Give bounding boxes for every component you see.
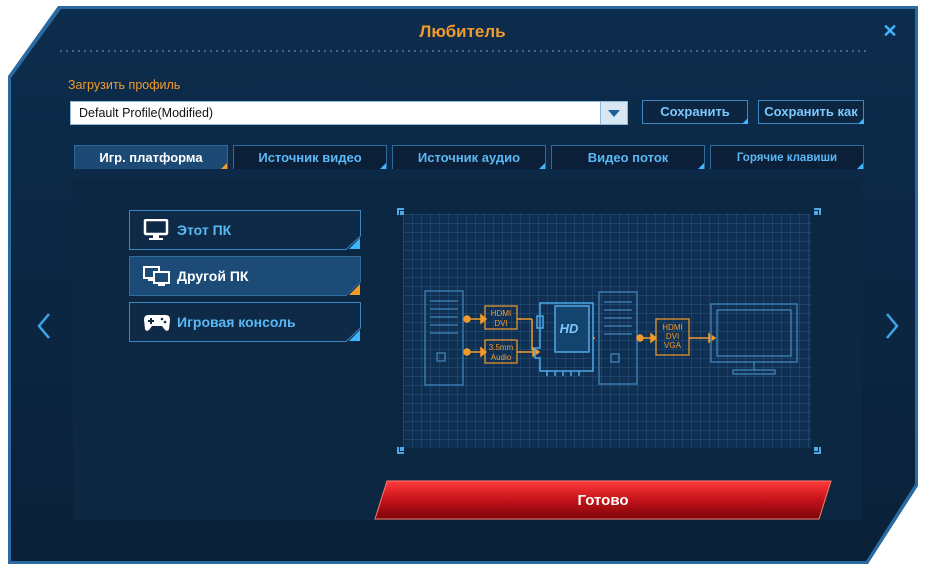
save-button[interactable]: Сохранить — [642, 100, 748, 124]
tab-label: Источник видео — [258, 150, 362, 165]
tab-label: Горячие клавиши — [736, 152, 838, 164]
source-label-another-pc: Другой ПК — [177, 268, 249, 284]
input-video-line2: DVI — [494, 319, 507, 328]
source-label-this-pc: Этот ПК — [177, 222, 232, 238]
input-audio-line2: Audio — [491, 353, 512, 362]
output-line1: HDMI — [662, 323, 682, 332]
target-pc-tower — [598, 291, 638, 385]
done-button[interactable]: Готово — [373, 480, 833, 520]
close-icon[interactable]: ✕ — [880, 21, 900, 41]
chevron-right-icon[interactable] — [884, 312, 900, 340]
capture-card-label: HD — [560, 321, 579, 336]
profile-select-value: Default Profile(Modified) — [79, 106, 214, 120]
tab-label: Источник аудио — [417, 150, 521, 165]
done-button-label: Готово — [577, 492, 629, 509]
source-label-game-console: Игровая консоль — [177, 314, 296, 330]
chevron-down-icon[interactable] — [600, 102, 627, 124]
connection-diagram: HDMI DVI 3.5mm Audio HD HDMI DVI VGA — [397, 208, 821, 454]
save-as-button[interactable]: Сохранить как — [758, 100, 864, 124]
save-as-button-label: Сохранить как — [764, 104, 858, 119]
capture-card-icon — [534, 302, 594, 376]
source-option-this-pc[interactable]: Этот ПК — [129, 210, 361, 250]
output-line2: DVI — [666, 332, 679, 341]
chevron-left-icon[interactable] — [36, 312, 52, 340]
tab-label: Видео поток — [587, 150, 669, 165]
tab-label: Игр. платформа — [99, 150, 203, 165]
tab-game-platform[interactable]: Игр. платформа — [74, 145, 228, 169]
source-option-game-console[interactable]: Игровая консоль — [129, 302, 361, 342]
input-audio-line1: 3.5mm — [489, 343, 514, 352]
display-monitor-icon — [710, 303, 798, 375]
gamepad-icon — [143, 311, 171, 333]
source-option-another-pc[interactable]: Другой ПК — [129, 256, 361, 296]
tab-hotkeys[interactable]: Горячие клавиши — [710, 145, 864, 169]
monitor-icon — [143, 218, 171, 241]
source-pc-tower — [424, 290, 464, 386]
load-profile-label: Загрузить профиль — [68, 78, 181, 92]
tab-audio-source[interactable]: Источник аудио — [392, 145, 546, 169]
tab-video-source[interactable]: Источник видео — [233, 145, 387, 169]
output-line3: VGA — [664, 341, 682, 350]
profile-select[interactable]: Default Profile(Modified) — [70, 101, 628, 125]
save-button-label: Сохранить — [660, 104, 730, 119]
tab-video-stream[interactable]: Видео поток — [551, 145, 705, 169]
input-video-line1: HDMI — [491, 309, 511, 318]
window-title: Любитель — [419, 22, 506, 41]
dual-monitor-icon — [143, 265, 171, 287]
title-divider — [58, 50, 866, 52]
